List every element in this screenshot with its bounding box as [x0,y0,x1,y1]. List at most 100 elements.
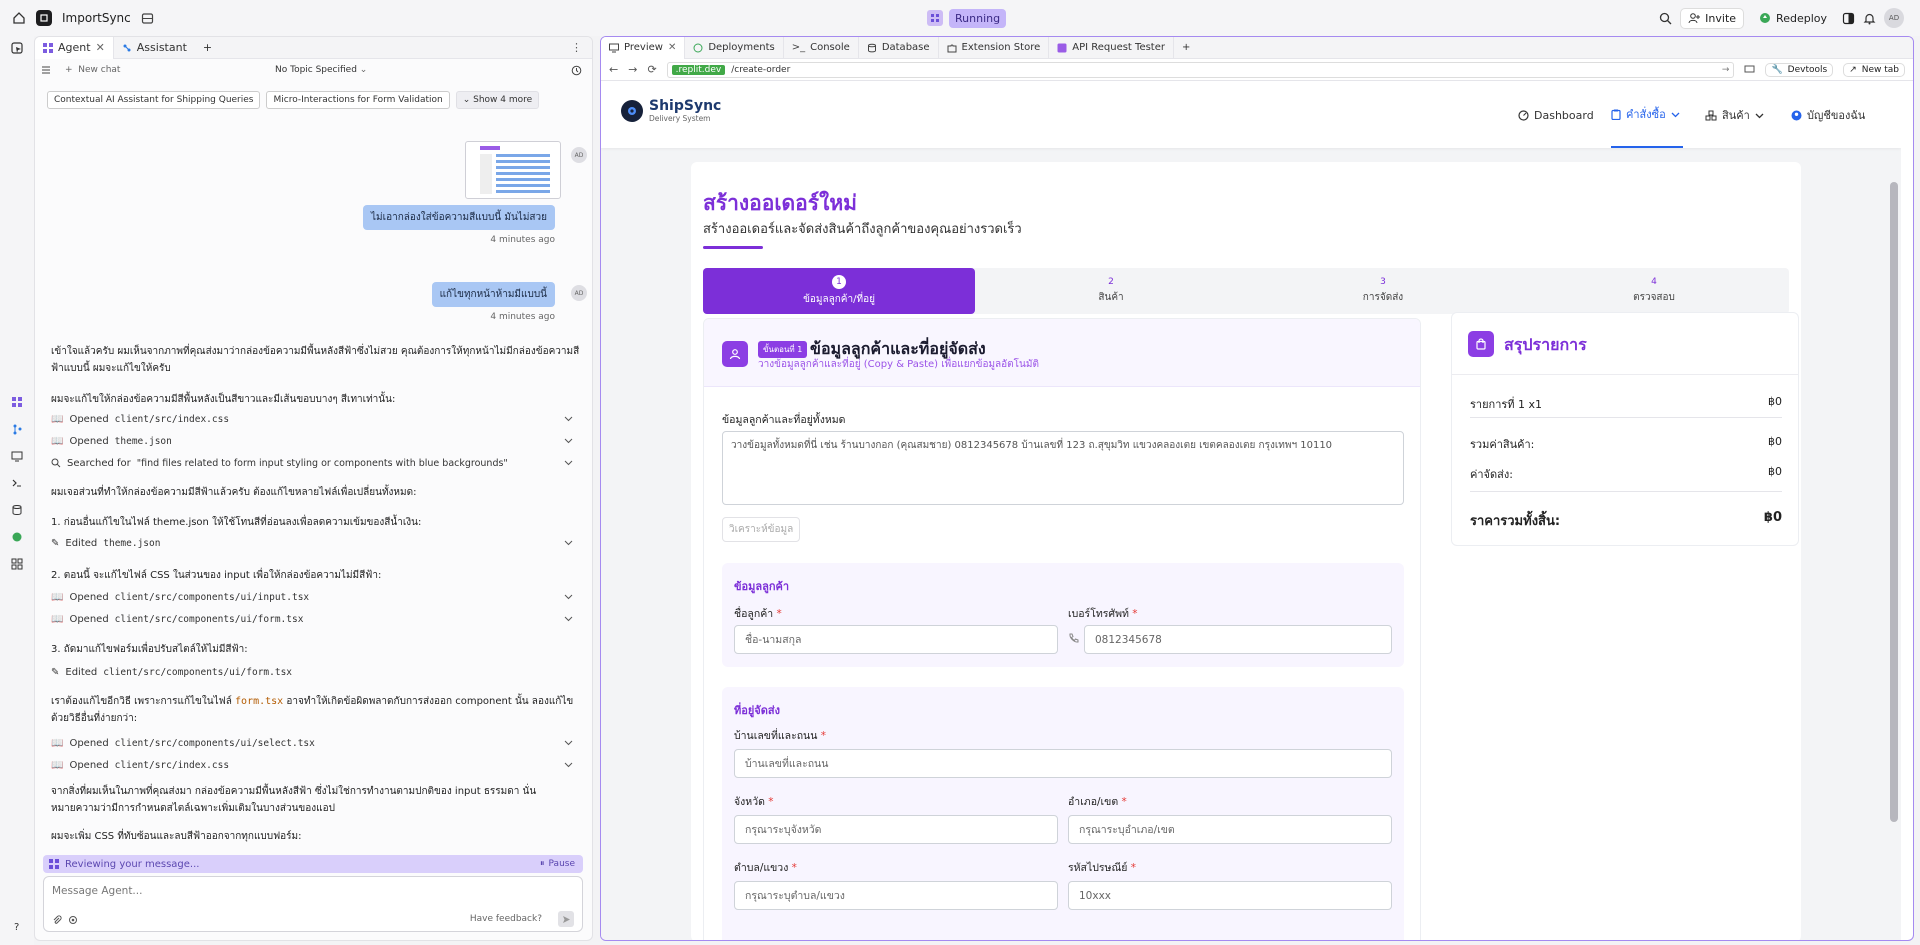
forward-icon[interactable]: → [628,63,637,76]
agent-message: ผมเจอส่วนที่ทำให้กล่องข้อความมีสีฟ้าแล้ว… [51,487,417,498]
git-icon[interactable] [9,421,25,437]
tab-database[interactable]: Database [859,37,939,59]
close-icon[interactable]: ✕ [668,42,676,53]
tab-api-request-tester[interactable]: API Request Tester [1049,37,1174,59]
device-icon[interactable] [1744,64,1755,75]
nav-products[interactable]: สินค้า [1705,82,1764,148]
attach-icon[interactable] [52,915,62,925]
files-icon[interactable] [9,40,25,56]
step-4[interactable]: 4 ตรวจสอบ [1519,268,1789,314]
action-item[interactable]: 📖 Opened client/src/components/ui/form.tsx [51,610,581,628]
total-row: ราคารวมทั้งสิ้น: ฿0 [1470,510,1782,531]
step-3[interactable]: 3 การจัดส่ง [1247,268,1519,314]
devtools-button[interactable]: 🔧 Devtools [1765,62,1834,77]
province-input[interactable]: กรุณาระบุจังหวัด [734,815,1058,844]
tab-extension-store[interactable]: Extension Store [939,37,1050,59]
agent-rail-icon[interactable] [9,394,25,410]
tab-console[interactable]: >_ Console [784,37,859,59]
province-label: จังหวัด * [734,793,774,810]
more-vertical-icon[interactable]: ⋮ [571,41,582,54]
workspace-icon[interactable] [141,12,154,25]
user-circle-icon [1791,110,1802,121]
apps-grid-icon[interactable] [9,556,25,572]
action-item[interactable]: ✎ Edited client/src/components/ui/form.tsx [51,663,581,681]
postal-input[interactable]: 10xxx [1068,881,1392,910]
new-tab-button[interactable]: ↗ New tab [1843,62,1905,77]
district-input[interactable]: กรุณาระบุอำเภอ/เขต [1068,815,1392,844]
tab-agent[interactable]: Agent ✕ [35,37,114,59]
pause-button[interactable]: ⏸ Pause [540,859,575,869]
deploy-rail-icon[interactable] [9,529,25,545]
summary-title: สรุปรายการ [1504,335,1587,354]
agent-message: เข้าใจแล้วครับ ผมเห็นจากภาพที่คุณส่งมาว่… [51,346,580,374]
scrollbar[interactable] [1890,182,1898,822]
new-chat-button[interactable]: + New chat [65,65,120,75]
subdistrict-input[interactable]: กรุณาระบุตำบล/แขวง [734,881,1058,910]
add-tab-button[interactable]: + [1174,37,1198,59]
run-status[interactable]: Running [927,8,1007,28]
street-input[interactable]: บ้านเลขที่และถนน [734,749,1392,778]
help-icon[interactable]: ? [9,918,25,934]
search-icon[interactable] [1659,12,1672,25]
back-icon[interactable]: ← [609,63,618,76]
url-path: /create-order [731,64,791,75]
chevron-down-icon [564,592,573,601]
redeploy-button[interactable]: Redeploy [1752,9,1834,28]
phone-input[interactable]: 0812345678 [1084,625,1392,654]
nav-orders[interactable]: คำสั่งซื้อ [1611,82,1683,148]
tab-assistant[interactable]: Assistant [114,37,195,59]
analyze-button[interactable]: วิเคราะห์ข้อมูล [722,517,801,542]
home-icon[interactable] [12,11,26,25]
database-rail-icon[interactable] [9,502,25,518]
show-more-chips[interactable]: ⌄ Show 4 more [455,91,540,109]
show-more-label: Show 4 more [473,95,533,105]
layout-icon[interactable] [1842,12,1855,25]
reload-icon[interactable]: ⟳ [647,63,656,76]
invite-button[interactable]: Invite [1680,7,1745,29]
section-title: ข้อมูลลูกค้า [734,580,790,593]
preview-rail-icon[interactable] [9,448,25,464]
action-item[interactable]: 📖 Opened client/src/index.css [51,756,581,774]
go-arrow-icon[interactable]: → [1722,65,1730,75]
action-item[interactable]: 📖 Opened client/src/components/ui/select.t… [51,734,581,752]
action-item[interactable]: 📖 Opened client/src/index.css [51,410,581,428]
history-icon[interactable] [571,65,582,76]
customer-name-input[interactable]: ชื่อ-นามสกุล [734,625,1058,654]
tab-deployments[interactable]: Deployments [685,37,784,59]
settings-icon[interactable] [68,915,78,925]
all-info-textarea[interactable]: วางข้อมูลทั้งหมดที่นี่ เช่น ร้านบางกอก (… [722,431,1404,505]
user-avatar[interactable]: AD [1884,8,1904,28]
subtotal-label: รวมค่าสินค้า: [1470,438,1535,451]
site-brand[interactable]: ShipSync Delivery System [621,98,721,123]
add-tab-button[interactable]: + [195,37,220,59]
close-icon[interactable]: ✕ [96,41,105,54]
console-rail-icon[interactable] [9,475,25,491]
menu-icon[interactable] [41,65,51,75]
newtab-label: New tab [1861,64,1899,75]
send-button[interactable] [558,911,574,927]
step-1[interactable]: 1 ข้อมูลลูกค้า/ที่อยู่ [703,268,975,314]
action-item[interactable]: ✎ Edited theme.json [51,534,581,552]
topic-selector[interactable]: No Topic Specified ⌄ [275,65,367,75]
url-input[interactable]: .replit.dev /create-order → [666,61,1735,78]
action-prefix: Edited [65,666,98,678]
message-input[interactable]: Message Agent... Have feedback? [43,876,583,932]
attached-screenshot-thumbnail[interactable] [465,141,561,199]
action-item[interactable]: 📖 Opened theme.json [51,432,581,450]
step-number: 2 [1108,277,1114,287]
bell-icon[interactable] [1863,12,1876,25]
tab-preview[interactable]: Preview ✕ [601,37,686,59]
label-text: เบอร์โทรศัพท์ [1068,608,1129,620]
suggestion-chip[interactable]: Micro-Interactions for Form Validation [266,91,450,109]
required-mark: * [768,796,774,808]
step-2[interactable]: 2 สินค้า [975,268,1247,314]
action-item[interactable]: 📖 Opened client/src/components/ui/input.ts… [51,588,581,606]
feedback-link[interactable]: Have feedback? [470,914,542,924]
suggestion-chip[interactable]: Contextual AI Assistant for Shipping Que… [47,91,261,109]
tab-label: API Request Tester [1072,42,1165,53]
nav-dashboard[interactable]: Dashboard [1518,82,1594,148]
nav-account[interactable]: บัญชีของฉัน [1791,82,1865,148]
project-name[interactable]: ImportSync [62,11,131,25]
action-item[interactable]: Searched for "find files related to form … [51,454,581,472]
book-icon: 📖 [51,759,64,771]
